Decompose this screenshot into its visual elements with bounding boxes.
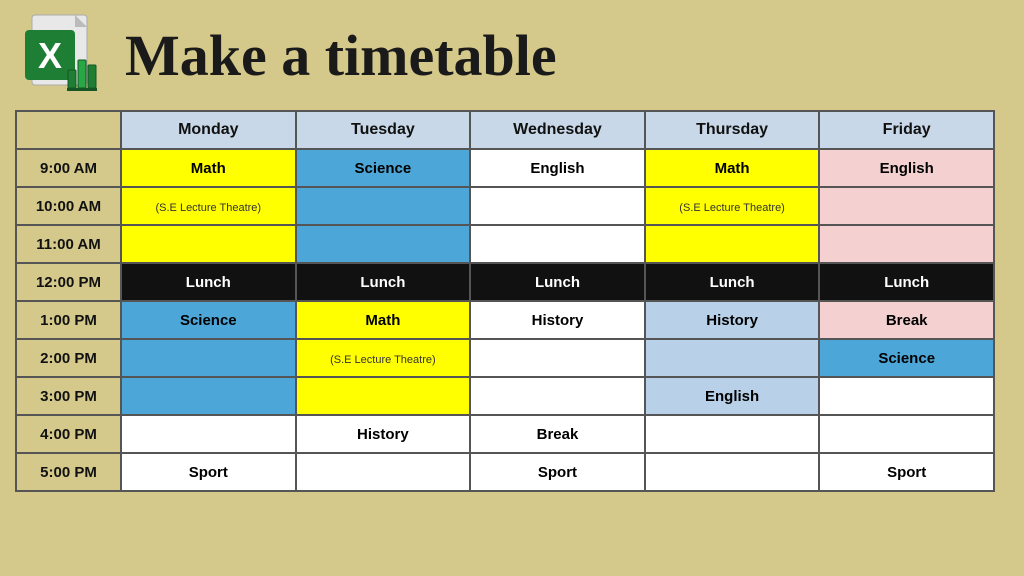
table-row: 3:00 PM English [16,377,994,415]
day-header-friday: Friday [819,111,994,149]
timetable-cell: Science [819,339,994,377]
time-cell: 2:00 PM [16,339,121,377]
timetable-cell: Math [296,301,471,339]
timetable-cell: Math [121,149,296,187]
excel-icon: X [20,10,110,100]
timetable-cell [470,377,645,415]
time-header [16,111,121,149]
timetable-cell: Math [645,149,820,187]
timetable-cell [470,187,645,225]
time-cell: 10:00 AM [16,187,121,225]
timetable-cell [296,453,471,491]
timetable-cell [819,377,994,415]
timetable-cell [645,453,820,491]
timetable-cell: Lunch [121,263,296,301]
table-row: 2:00 PM (S.E Lecture Theatre) Science [16,339,994,377]
timetable-cell [470,225,645,263]
table-row: 12:00 PMLunchLunchLunchLunchLunch [16,263,994,301]
timetable-cell [296,187,471,225]
day-header-thursday: Thursday [645,111,820,149]
page-title: Make a timetable [125,22,557,89]
timetable-cell: (S.E Lecture Theatre) [121,187,296,225]
timetable-cell: English [645,377,820,415]
timetable-cell: English [470,149,645,187]
time-cell: 9:00 AM [16,149,121,187]
table-row: 9:00 AMMathScienceEnglishMathEnglish [16,149,994,187]
timetable-cell [819,187,994,225]
timetable-cell: Sport [470,453,645,491]
timetable-cell [645,225,820,263]
day-header-monday: Monday [121,111,296,149]
header: X Make a timetable [0,0,1024,105]
timetable-cell [296,377,471,415]
table-row: 1:00 PMScienceMathHistoryHistoryBreak [16,301,994,339]
timetable-cell [121,415,296,453]
timetable: Monday Tuesday Wednesday Thursday Friday… [15,110,995,492]
timetable-cell [819,415,994,453]
day-header-wednesday: Wednesday [470,111,645,149]
timetable-cell: Sport [121,453,296,491]
table-row: 10:00 AM(S.E Lecture Theatre)(S.E Lectur… [16,187,994,225]
timetable-cell: Lunch [296,263,471,301]
timetable-cell [645,339,820,377]
time-cell: 4:00 PM [16,415,121,453]
timetable-cell: History [645,301,820,339]
timetable-cell: Science [121,301,296,339]
timetable-cell: (S.E Lecture Theatre) [645,187,820,225]
timetable-cell: History [296,415,471,453]
timetable-cell: Break [819,301,994,339]
time-cell: 1:00 PM [16,301,121,339]
timetable-cell [121,377,296,415]
time-cell: 11:00 AM [16,225,121,263]
table-row: 5:00 PMSportSportSport [16,453,994,491]
timetable-cell: Science [296,149,471,187]
timetable-cell: Sport [819,453,994,491]
timetable-cell [470,339,645,377]
timetable-cell [819,225,994,263]
timetable-cell: English [819,149,994,187]
timetable-container: Monday Tuesday Wednesday Thursday Friday… [0,105,1024,497]
timetable-cell: Break [470,415,645,453]
timetable-cell [121,225,296,263]
timetable-cell [121,339,296,377]
table-row: 4:00 PM HistoryBreak [16,415,994,453]
timetable-cell [296,225,471,263]
day-header-tuesday: Tuesday [296,111,471,149]
time-cell: 3:00 PM [16,377,121,415]
timetable-cell: Lunch [645,263,820,301]
timetable-cell: Lunch [819,263,994,301]
time-cell: 5:00 PM [16,453,121,491]
svg-text:X: X [38,35,62,76]
time-cell: 12:00 PM [16,263,121,301]
timetable-cell: History [470,301,645,339]
timetable-cell: Lunch [470,263,645,301]
timetable-cell: (S.E Lecture Theatre) [296,339,471,377]
timetable-cell [645,415,820,453]
table-row: 11:00 AM [16,225,994,263]
